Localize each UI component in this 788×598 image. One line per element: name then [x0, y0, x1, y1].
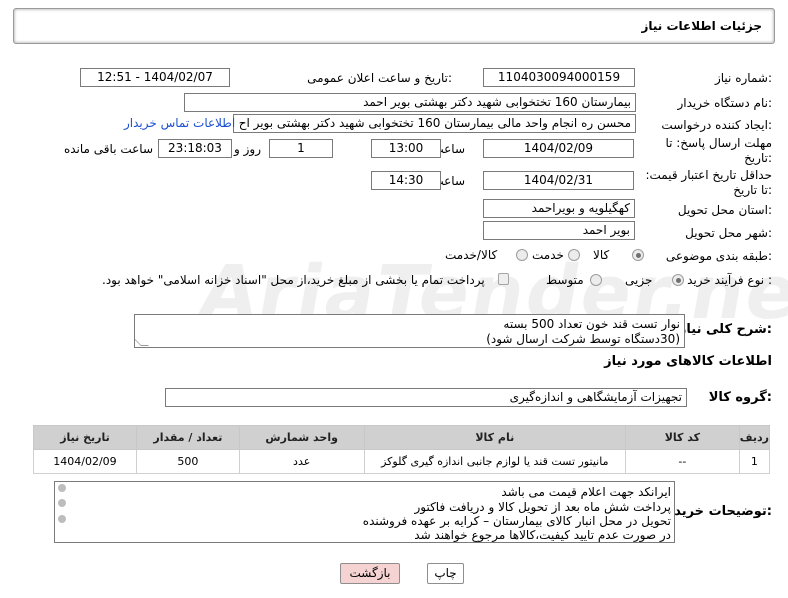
province-label: استان محل تحویل:: [677, 203, 772, 217]
cell-row: 1: [738, 449, 771, 474]
price-date-field[interactable]: 1404/02/31: [483, 171, 634, 190]
days-label: روز و: [234, 142, 261, 156]
page-header: جزئیات اطلاعات نیاز: [13, 8, 775, 44]
category-radio-goods[interactable]: [632, 249, 644, 261]
col-header-name: نام کالا: [363, 425, 627, 450]
goods-group-field[interactable]: تجهیزات آزمایشگاهی و اندازه‌گیری: [165, 388, 687, 407]
process-option-medium: متوسط: [546, 273, 584, 287]
announce-label: تاریخ و ساعت اعلان عمومی:: [307, 71, 452, 85]
print-button[interactable]: چاپ: [427, 563, 464, 584]
province-field[interactable]: کهگیلویه و بویراحمد: [483, 199, 635, 218]
scroll-thumb-icon[interactable]: [58, 499, 66, 507]
buyer-notes-textarea[interactable]: ایرانکد جهت اعلام قیمت می باشد پرداخت شش…: [54, 481, 675, 543]
col-header-qty: تعداد / مقدار: [135, 425, 240, 450]
page-title: جزئیات اطلاعات نیاز: [641, 19, 762, 33]
requester-field[interactable]: محسن ره انجام واحد مالی بیمارستان 160 تخ…: [233, 114, 636, 133]
requester-label: ایجاد کننده درخواست:: [661, 118, 772, 132]
col-header-row: ردیف: [738, 425, 771, 450]
contact-buyer-link[interactable]: اطلاعات تماس خریدار: [124, 116, 235, 130]
buyer-org-label: نام دستگاه خریدار:: [677, 96, 773, 110]
back-button[interactable]: بازگشت: [340, 563, 400, 584]
scroll-down-icon[interactable]: [58, 515, 66, 523]
cell-qty: 500: [135, 449, 240, 474]
city-label: شهر محل تحویل:: [685, 226, 772, 240]
goods-table: ردیف کد کالا نام کالا واحد شمارش تعداد /…: [33, 425, 771, 474]
cell-name: مانیتور تست قند یا لوازم جانبی اندازه گی…: [363, 449, 627, 474]
table-row[interactable]: 1 -- مانیتور تست قند یا لوازم جانبی اندا…: [33, 449, 771, 474]
summary-line-2: (30دستگاه توسط شرکت ارسال شود): [486, 332, 680, 346]
process-option-minor: جزیی: [625, 273, 653, 287]
buyer-note-line-1: ایرانکد جهت اعلام قیمت می باشد: [501, 485, 671, 499]
category-radio-goods-service[interactable]: [516, 249, 528, 261]
buyer-note-line-4: در صورت عدم تایید کیفیت،کالاها مرجوع خوا…: [414, 528, 671, 542]
reply-deadline-label: مهلت ارسال پاسخ: تا تاریخ:: [665, 136, 772, 165]
price-time-field[interactable]: 14:30: [371, 171, 441, 190]
buyer-note-line-2: پرداخت شش ماه بعد از تحویل کالا و دریافت…: [414, 500, 671, 514]
col-header-date: تاریخ نیاز: [33, 425, 137, 450]
notes-scrollbar[interactable]: [55, 482, 71, 542]
summary-line-1: نوار تست قند خون تعداد 500 بسته: [503, 317, 680, 331]
goods-section-title: اطلاعات کالاهای مورد نیاز: [604, 354, 772, 369]
col-header-code: کد کالا: [625, 425, 740, 450]
category-option-service: خدمت: [532, 248, 564, 262]
cell-code: --: [625, 449, 740, 474]
city-field[interactable]: بویر احمد: [483, 221, 635, 240]
buyer-org-field[interactable]: بیمارستان 160 تختخوابی شهید دکتر بهشتی ب…: [184, 93, 636, 112]
treasury-payment-checkbox[interactable]: [498, 273, 509, 285]
summary-textarea[interactable]: نوار تست قند خون تعداد 500 بسته (30دستگا…: [134, 314, 685, 348]
category-label: طبقه بندی موضوعی:: [665, 249, 772, 263]
goods-group-label: گروه کالا:: [708, 390, 772, 405]
category-radio-service[interactable]: [568, 249, 580, 261]
buyer-note-line-3: تحویل در محل انبار کالای بیمارستان – کرا…: [362, 514, 671, 528]
cell-date: 1404/02/09: [33, 449, 137, 474]
buyer-notes-label: توضیحات خریدار:: [662, 504, 772, 519]
category-option-goods: کالا: [593, 248, 610, 262]
col-header-unit: واحد شمارش: [238, 425, 365, 450]
reply-time-field[interactable]: 13:00: [371, 139, 441, 158]
announce-field[interactable]: 1404/02/07 - 12:51: [80, 68, 230, 87]
summary-label: شرح کلی نیاز:: [678, 322, 772, 337]
reply-date-field[interactable]: 1404/02/09: [483, 139, 634, 158]
cell-unit: عدد: [238, 449, 365, 474]
need-number-field[interactable]: 1104030094000159: [483, 68, 635, 87]
process-radio-minor[interactable]: [672, 274, 684, 286]
remaining-label: ساعت باقی مانده: [63, 142, 153, 156]
days-remaining-field[interactable]: 1: [269, 139, 333, 158]
treasury-payment-note: پرداخت تمام یا بخشی از مبلغ خرید،از محل …: [102, 273, 485, 287]
need-number-label: شماره نیاز:: [714, 71, 772, 85]
process-radio-medium[interactable]: [590, 274, 602, 286]
price-validity-label: حداقل تاریخ اعتبار قیمت: تا تاریخ:: [645, 168, 772, 197]
category-option-goods-service: کالا/خدمت: [445, 248, 498, 262]
remaining-time-field[interactable]: 23:18:03: [158, 139, 232, 158]
scroll-up-icon[interactable]: [58, 484, 66, 492]
process-label: نوع فرآیند خرید :: [687, 273, 772, 287]
